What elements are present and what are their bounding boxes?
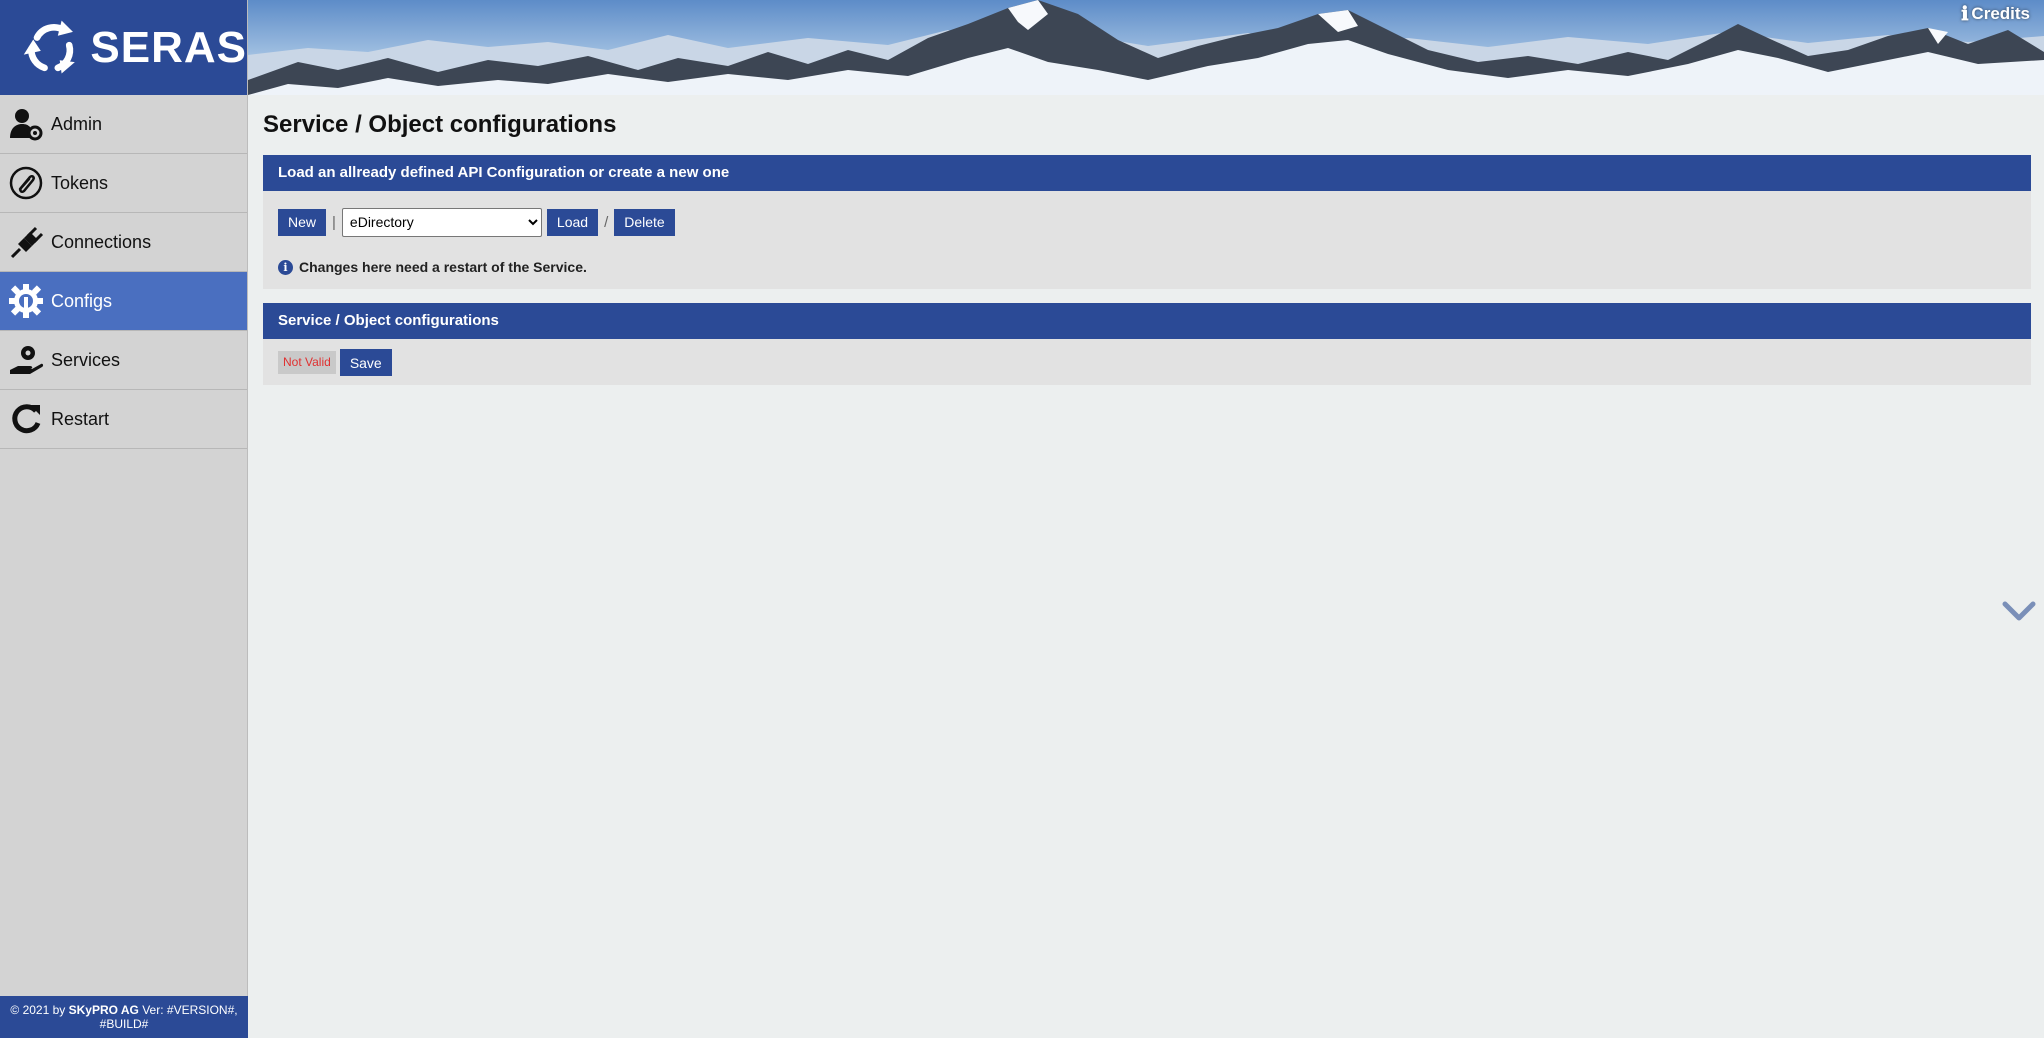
status-badge: Not Valid [278,351,336,374]
load-config-panel: Load an allready defined API Configurati… [263,155,2031,289]
credits-link[interactable]: ℹ Credits [1961,3,2030,25]
load-button[interactable]: Load [546,208,599,236]
restart-icon [0,401,51,437]
recycle-arrows-icon [23,20,75,74]
separator: | [332,213,336,231]
sidebar-item-label: Admin [51,113,103,134]
delete-button[interactable]: Delete [614,208,675,236]
main-content: Service / Object configurations Load an … [263,95,2031,385]
panel-heading: Service / Object configurations [263,303,2031,339]
page-title: Service / Object configurations [263,111,617,138]
footer-version: Ver: #VERSION#, [142,1003,238,1017]
sidebar-item-label: Services [51,349,121,370]
save-toolbar: Not Valid Save [263,339,2031,385]
sidebar: SERAS Admin Tokens Connections Configs S… [0,0,248,1038]
sidebar-item-label: Restart [51,408,110,429]
credits-label: Credits [1971,4,2030,23]
save-button[interactable]: Save [339,349,392,376]
config-select[interactable]: eDirectory [341,207,542,237]
panel-heading: Load an allready defined API Configurati… [263,155,2031,191]
sidebar-item-services[interactable]: Services [0,331,247,390]
sidebar-item-tokens[interactable]: Tokens [0,154,247,213]
hand-gear-icon [0,342,51,378]
mountain-banner-image [248,0,2044,95]
gear-wrench-icon [0,283,51,319]
footer-company: SKyPRO AG [68,1003,139,1017]
user-gear-icon [0,106,51,142]
separator: / [604,213,609,231]
sidebar-item-restart[interactable]: Restart [0,390,247,449]
footer-build: #BUILD# [99,1017,149,1031]
sidebar-item-label: Tokens [51,172,109,193]
footer-prefix: 2021 by [22,1003,66,1017]
header-banner: ℹ Credits [248,0,2044,95]
copyright-icon: © [10,1003,20,1017]
sidebar-item-label: Connections [51,231,152,252]
plug-icon [0,224,51,260]
sidebar-footer: © 2021 by SKyPRO AG Ver: #VERSION#, #BUI… [0,996,248,1038]
paperclip-icon [0,165,51,201]
sidebar-item-connections[interactable]: Connections [0,213,247,272]
info-message: i Changes here need a restart of the Ser… [263,237,2031,289]
info-icon: i [278,259,293,275]
sidebar-item-admin[interactable]: Admin [0,95,247,154]
logo-text: SERAS [90,22,247,72]
logo[interactable]: SERAS [0,0,247,95]
service-config-panel: Service / Object configurations Not Vali… [263,303,2031,385]
chevron-down-icon[interactable] [2002,600,2036,622]
info-text: Changes here need a restart of the Servi… [299,259,587,275]
config-toolbar: New | eDirectory Load / Delete [263,191,2031,237]
sidebar-item-configs[interactable]: Configs [0,272,247,331]
info-icon: ℹ [1961,3,1969,25]
footer-line-1: © 2021 by SKyPRO AG Ver: #VERSION#, [0,1003,248,1017]
sidebar-item-label: Configs [51,290,113,311]
new-button[interactable]: New [278,208,327,236]
